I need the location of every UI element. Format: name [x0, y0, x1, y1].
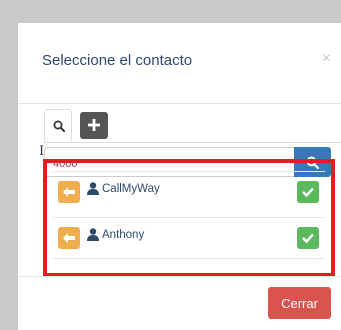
check-icon — [302, 187, 314, 197]
contact-list: CallMyWay Anthony — [43, 159, 335, 277]
plus-icon — [88, 119, 100, 131]
modal-header: Seleccione el contacto × — [18, 23, 341, 104]
close-button[interactable]: Cerrar — [268, 287, 331, 319]
footer-divider — [18, 276, 341, 277]
check-icon — [302, 233, 314, 243]
select-back-button[interactable] — [58, 227, 80, 249]
search-icon — [53, 120, 65, 132]
tab-bar — [44, 109, 341, 143]
text-cursor-icon: I — [39, 144, 45, 159]
modal-close-button[interactable]: × — [322, 51, 331, 67]
contact-name: Anthony — [102, 229, 145, 241]
select-contact-button[interactable] — [297, 227, 319, 249]
contact-name: CallMyWay — [102, 183, 160, 195]
arrow-left-icon — [63, 187, 75, 197]
select-back-button[interactable] — [58, 181, 80, 203]
select-contact-button[interactable] — [297, 181, 319, 203]
user-icon — [87, 182, 99, 195]
user-icon — [87, 228, 99, 241]
modal-title: Seleccione el contacto — [42, 52, 193, 69]
arrow-left-icon — [63, 233, 75, 243]
contact-select-modal: Seleccione el contacto × I — [18, 23, 341, 330]
list-item: Anthony — [53, 217, 325, 259]
tab-add-contact[interactable] — [80, 112, 108, 139]
list-item: CallMyWay — [53, 171, 325, 213]
tab-search[interactable] — [44, 109, 72, 142]
